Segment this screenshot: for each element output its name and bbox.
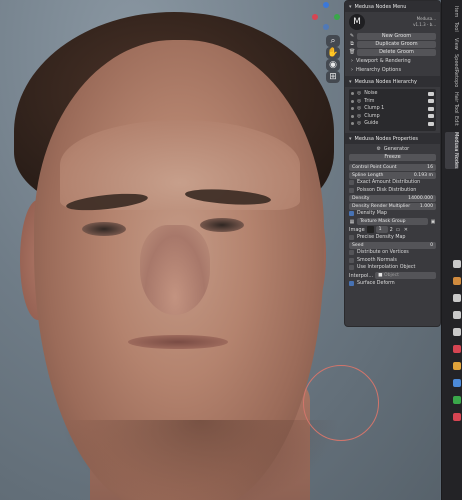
node-icon: ◎ bbox=[357, 113, 362, 119]
folder-icon[interactable]: ▭ bbox=[395, 227, 401, 233]
node-name: Generator bbox=[383, 145, 410, 152]
visibility-icon bbox=[428, 114, 434, 119]
tab-hair-tool[interactable]: Hair Tool bbox=[445, 92, 459, 114]
mouth-render bbox=[128, 335, 228, 349]
generator-icon: ⚙ bbox=[376, 145, 382, 152]
zoom-icon[interactable]: ⌕ bbox=[326, 35, 340, 47]
addon-version: Medusa... v1.1.3 - b... bbox=[413, 16, 436, 27]
smooth-normals-checkbox[interactable]: Smooth Normals bbox=[345, 257, 440, 265]
delete-groom-button[interactable]: Delete Groom bbox=[357, 48, 436, 56]
chevron-down-icon: ▾ bbox=[349, 78, 352, 85]
precise-density-map-checkbox[interactable]: Precise Density Map bbox=[345, 234, 440, 242]
list-item[interactable]: ◎ Guide bbox=[351, 120, 434, 128]
view-layer-icon[interactable] bbox=[453, 311, 461, 319]
chevron-right-icon: › bbox=[351, 66, 353, 73]
interpolation-label: Interpol... bbox=[349, 272, 374, 279]
properties-section-header[interactable]: ▾ Medusa Nodes Properties bbox=[345, 133, 440, 144]
material-icon[interactable] bbox=[453, 413, 461, 421]
tab-view[interactable]: View bbox=[445, 38, 459, 50]
chevron-down-icon: ▾ bbox=[349, 135, 352, 142]
y-axis-handle[interactable] bbox=[312, 14, 318, 20]
hand-icon[interactable]: ✋ bbox=[326, 47, 340, 59]
x-axis-handle[interactable] bbox=[323, 2, 329, 8]
tab-speedretopo[interactable]: SpeedRetopo bbox=[445, 54, 459, 87]
navigation-gizmo[interactable] bbox=[312, 2, 340, 32]
new-groom-button[interactable]: New Groom bbox=[357, 32, 436, 40]
freeze-button[interactable]: Freeze bbox=[349, 153, 436, 161]
list-item[interactable]: ◎ Trim bbox=[351, 98, 434, 106]
camera-icon[interactable]: ◉ bbox=[326, 59, 340, 71]
output-icon[interactable] bbox=[453, 294, 461, 302]
use-interpolation-object-checkbox[interactable]: Use Interpolation Object bbox=[345, 264, 440, 272]
chevron-down-icon: ▾ bbox=[349, 3, 352, 10]
hierarchy-section-header[interactable]: ▾ Medusa Nodes Hierarchy bbox=[345, 76, 440, 87]
image-field[interactable]: 1 bbox=[375, 226, 388, 233]
world-icon[interactable] bbox=[453, 345, 461, 353]
distribute-on-vertices-checkbox[interactable]: Distribute on Vertices bbox=[345, 249, 440, 257]
visibility-icon bbox=[428, 91, 434, 96]
neck-shadow bbox=[60, 420, 340, 500]
tab-medusa-nodes[interactable]: Medusa Nodes bbox=[445, 132, 459, 169]
render-icon[interactable] bbox=[453, 277, 461, 285]
cube-icon: ■ bbox=[378, 273, 383, 278]
right-eye-render bbox=[200, 218, 244, 232]
tool-icon[interactable] bbox=[453, 260, 461, 268]
visibility-icon bbox=[428, 121, 434, 126]
left-eye-render bbox=[82, 222, 126, 236]
tab-tool[interactable]: Tool bbox=[445, 22, 459, 32]
image-label: Image bbox=[349, 226, 365, 233]
viewport-rendering-subpanel[interactable]: › Viewport & Rendering bbox=[345, 56, 440, 65]
list-item[interactable]: ◎ Noise bbox=[351, 90, 434, 98]
poisson-disk-checkbox[interactable]: Poisson Disk Distribution bbox=[345, 187, 440, 195]
modifier-icon[interactable] bbox=[453, 379, 461, 387]
trash-icon: 🗑 bbox=[349, 49, 356, 55]
scene-icon[interactable] bbox=[453, 328, 461, 336]
control-point-count-field[interactable]: Control Point Count 16 bbox=[349, 163, 436, 171]
neg-axis-handle[interactable] bbox=[323, 24, 329, 30]
surface-deform-checkbox[interactable]: Surface Deform bbox=[345, 280, 440, 288]
duplicate-icon: ⧉ bbox=[350, 41, 354, 47]
node-icon: ◎ bbox=[357, 91, 362, 97]
visibility-icon bbox=[428, 106, 434, 111]
medusa-nodes-panel: ▾ Medusa Nodes Menu M Medusa... v1.1.3 -… bbox=[344, 0, 441, 327]
spline-length-field[interactable]: Spline Length 0.193 m bbox=[349, 171, 436, 179]
nose-render bbox=[140, 225, 210, 315]
texture-mask-group-select[interactable]: Texture Mask Group bbox=[357, 218, 428, 225]
menu-section-header[interactable]: ▾ Medusa Nodes Menu bbox=[345, 1, 440, 12]
grid-icon[interactable]: ⊞ bbox=[326, 71, 340, 83]
tab-edit[interactable]: Edit bbox=[445, 116, 459, 126]
node-icon: ◎ bbox=[357, 121, 362, 127]
list-item[interactable]: ◎ Clump bbox=[351, 113, 434, 121]
density-render-multiplier-field[interactable]: Density Render Multiplier 1.000 bbox=[349, 202, 436, 210]
density-field[interactable]: Density 14000.000 bbox=[349, 194, 436, 202]
seed-field[interactable]: Seed 0 bbox=[349, 241, 436, 249]
chevron-right-icon: › bbox=[351, 57, 353, 64]
brush-cursor-ring bbox=[303, 365, 379, 441]
exact-amount-checkbox[interactable]: Exact Amount Distribution bbox=[345, 179, 440, 187]
properties-editor-icons bbox=[453, 260, 462, 430]
medusa-logo: M bbox=[349, 14, 365, 30]
checker-icon: ▦ bbox=[349, 218, 355, 225]
particles-icon[interactable] bbox=[453, 396, 461, 404]
image-users: 2 bbox=[389, 226, 393, 233]
tab-item[interactable]: Item bbox=[445, 6, 459, 17]
density-map-checkbox[interactable]: Density Map bbox=[345, 210, 440, 218]
node-icon: ◎ bbox=[357, 98, 362, 104]
menu-title: Medusa Nodes Menu bbox=[354, 3, 407, 10]
interpolation-object-field[interactable]: ■ Object bbox=[375, 272, 436, 279]
hierarchy-options-subpanel[interactable]: › Hierarchy Options bbox=[345, 65, 440, 74]
node-icon: ◎ bbox=[357, 106, 362, 112]
new-icon: ✎ bbox=[349, 33, 355, 39]
z-axis-handle[interactable] bbox=[334, 14, 340, 20]
visibility-icon bbox=[428, 99, 434, 104]
object-icon[interactable] bbox=[453, 362, 461, 370]
image-thumbnail bbox=[366, 226, 374, 233]
close-icon[interactable]: ✕ bbox=[403, 227, 409, 233]
addon-info: M Medusa... v1.1.3 - b... bbox=[345, 12, 440, 32]
duplicate-groom-button[interactable]: Duplicate Groom bbox=[357, 40, 436, 48]
hierarchy-list[interactable]: ◎ Noise ◎ Trim ◎ Clump 1 ◎ Clump ◎ Guide bbox=[349, 89, 436, 131]
image-icon: ▣ bbox=[430, 218, 436, 225]
list-item[interactable]: ◎ Clump 1 bbox=[351, 105, 434, 113]
